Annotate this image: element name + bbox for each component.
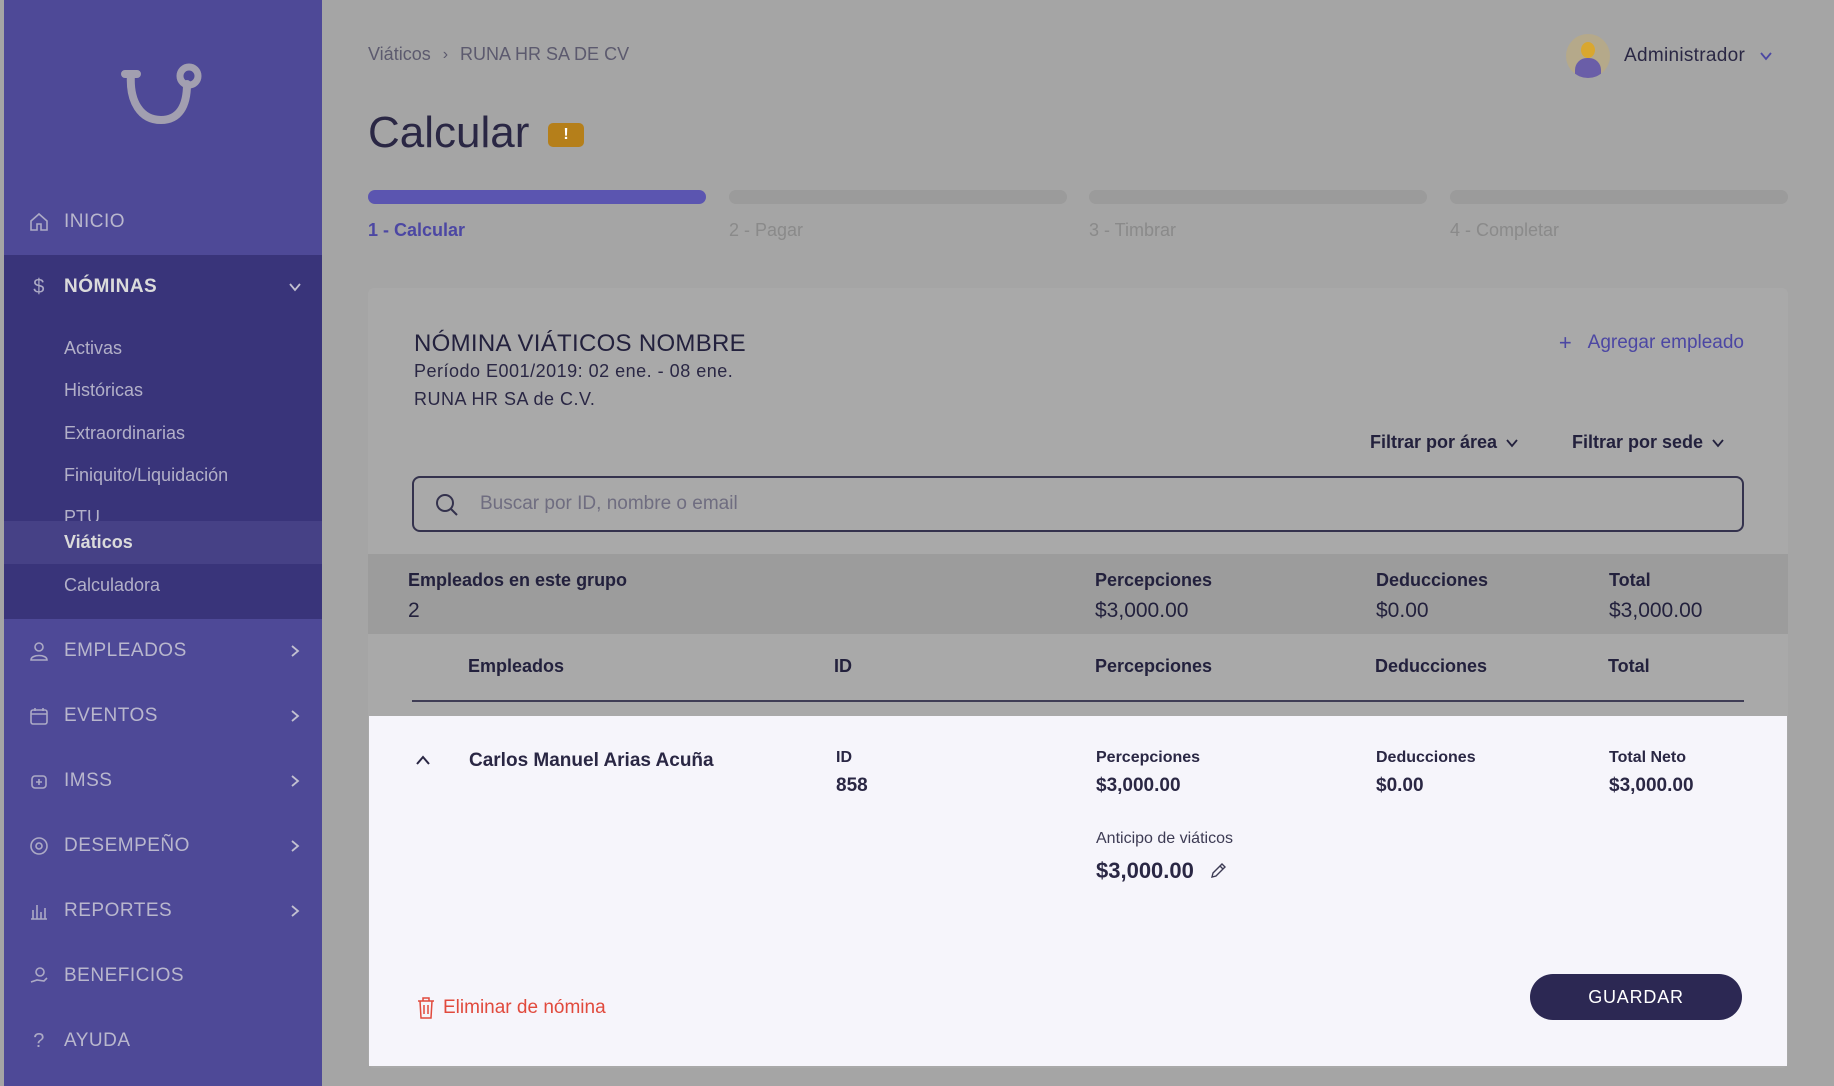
step-calcular[interactable]: 1 - Calcular [368,190,706,241]
page-title: Calcular [368,108,530,157]
chevron-down-icon [1506,438,1518,447]
summary-percepciones-label: Percepciones [1095,570,1213,590]
modal-overlay [4,0,322,1086]
summary-total-value: $3,000.00 [1609,599,1703,622]
summary-employees-count: 2 [408,599,420,622]
breadcrumb-item-viaticos[interactable]: Viáticos [368,44,431,65]
employee-deducciones-value: $0.00 [1376,775,1424,796]
step-label: 4 - Completar [1450,220,1560,240]
anticipo-label: Anticipo de viáticos [1096,830,1233,847]
summary-deducciones-value: $0.00 [1376,599,1429,622]
add-employee-label: Agregar empleado [1587,332,1744,353]
sidebar: INICIO $ NÓMINAS Activas Históricas Extr… [4,0,322,1086]
column-header-total[interactable]: Total [1608,656,1650,677]
payroll-company: RUNA HR SA de C.V. [414,389,596,409]
step-label: 1 - Calcular [368,220,466,240]
payroll-period: Período E001/2019: 02 ene. - 08 ene. [414,361,734,381]
breadcrumb-item-company[interactable]: RUNA HR SA DE CV [460,44,629,65]
column-header-percepciones[interactable]: Percepciones [1095,656,1212,677]
search-field[interactable] [412,476,1744,532]
anticipo-value: $3,000.00 [1096,858,1194,883]
delete-from-payroll-button[interactable]: Eliminar de nómina [415,996,606,1020]
summary-total: Total $3,000.00 [1609,570,1702,623]
plus-icon: + [1558,330,1572,355]
employee-total-label: Total Neto [1609,749,1687,766]
column-header-deducciones[interactable]: Deducciones [1375,656,1487,677]
warning-badge[interactable]: ! [548,123,584,147]
summary-employees: Empleados en este grupo 2 [408,570,627,623]
chevron-right-icon: › [442,45,449,63]
employee-total: Total Neto $3,000.00 [1609,749,1694,797]
step-progress-bar [729,190,1067,204]
payroll-title: NÓMINA VIÁTICOS NOMBRE [414,330,746,357]
anticipo-field: $3,000.00 [1096,858,1228,884]
user-name: Administrador [1624,45,1746,66]
step-progress-bar [368,190,706,204]
step-pagar[interactable]: 2 - Pagar [729,190,1067,241]
filter-sede-dropdown[interactable]: Filtrar por sede [1572,432,1725,453]
employee-id-value: 858 [836,775,868,796]
search-icon [436,494,458,516]
search-input[interactable] [480,478,1680,530]
filter-area-label: Filtrar por área [1370,432,1498,452]
employee-total-value: $3,000.00 [1609,775,1694,796]
employee-id: ID 858 [836,749,868,797]
table-row-expanded: Carlos Manuel Arias Acuña ID 858 Percepc… [369,716,1787,1066]
filter-area-dropdown[interactable]: Filtrar por área [1370,432,1519,453]
summary-percepciones-value: $3,000.00 [1095,599,1189,622]
breadcrumb: Viáticos › RUNA HR SA DE CV [368,44,629,65]
employee-percepciones-value: $3,000.00 [1096,775,1181,796]
user-menu[interactable]: Administrador [1566,34,1773,78]
summary-employees-label: Empleados en este grupo [408,570,628,590]
employee-deducciones: Deducciones $0.00 [1376,749,1476,797]
employee-percepciones: Percepciones $3,000.00 [1096,749,1200,797]
pencil-icon[interactable] [1208,861,1228,881]
add-employee-button[interactable]: + Agregar empleado [1559,330,1744,356]
employee-name: Carlos Manuel Arias Acuña [469,750,714,771]
employee-percepciones-label: Percepciones [1096,749,1201,766]
filter-sede-label: Filtrar por sede [1572,432,1704,452]
column-header-empleados[interactable]: Empleados [468,656,564,677]
summary-total-label: Total [1609,570,1651,590]
trash-icon [418,997,434,1019]
table-header: Empleados ID Percepciones Deducciones To… [412,634,1744,702]
step-progress-bar [1089,190,1427,204]
chevron-down-icon [1760,52,1772,61]
step-progress-bar [1450,190,1788,204]
employee-id-label: ID [836,749,852,766]
summary-deducciones: Deducciones $0.00 [1376,570,1488,623]
step-timbrar[interactable]: 3 - Timbrar [1089,190,1427,241]
chevron-down-icon [1712,438,1724,447]
column-header-id[interactable]: ID [834,656,852,677]
delete-label: Eliminar de nómina [443,997,606,1018]
employee-deducciones-label: Deducciones [1376,749,1476,766]
step-label: 2 - Pagar [729,220,804,240]
chevron-up-icon[interactable] [415,754,431,766]
summary-bar: Empleados en este grupo 2 Percepciones $… [368,554,1788,634]
summary-deducciones-label: Deducciones [1376,570,1489,590]
save-button[interactable]: GUARDAR [1530,974,1742,1020]
avatar [1566,34,1610,78]
summary-percepciones: Percepciones $3,000.00 [1095,570,1212,623]
step-label: 3 - Timbrar [1089,220,1177,240]
step-completar[interactable]: 4 - Completar [1450,190,1788,241]
